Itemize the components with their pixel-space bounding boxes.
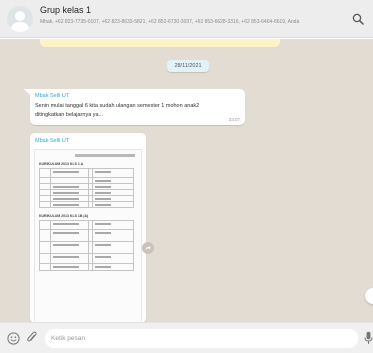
chat-area[interactable]: 28/11/2021 Mbak Selli UT Senin mulai tan… [0,39,373,322]
message-input[interactable] [45,329,358,348]
date-separator: 28/11/2021 [167,60,209,72]
document-table [39,168,134,208]
table-row [39,264,134,271]
message-bubble[interactable]: Mbak Selli UT Senin mulai tanggal 6 kita… [24,89,245,125]
document-preview[interactable]: KURIKULUM 2013 KLS 1 A KURIKULUM 2013 KL… [34,149,142,322]
table-row [39,202,134,208]
message-time: 23.07 [228,117,240,122]
compose-bar [0,322,373,353]
search-icon[interactable] [352,13,364,25]
avatar-head-shape [15,11,25,21]
table-row [39,254,134,264]
group-avatar[interactable] [7,6,33,32]
document-section-title: KURIKULUM 2013 KLS 1B (A) [39,214,89,218]
paperclip-icon[interactable] [26,331,38,345]
avatar-body-shape [11,22,29,32]
document-table [39,220,134,271]
table-row [39,242,134,254]
table-row [39,169,134,178]
notice-banner [40,39,280,47]
table-row [39,230,134,242]
sender-name[interactable]: Mbak Selli UT [35,138,69,144]
forward-button[interactable] [142,242,154,254]
document-section-title: KURIKULUM 2013 KLS 1 A [39,162,84,166]
chat-title[interactable]: Grup kelas 1 [40,5,91,15]
sender-name[interactable]: Mbak Selli UT [35,93,69,99]
chat-header[interactable]: Grup kelas 1 Mbak, +62 823-7735-0107, +6… [0,0,373,38]
table-row [39,221,134,230]
forward-icon [145,245,151,250]
microphone-icon[interactable] [364,331,373,345]
emoji-icon[interactable] [7,332,20,345]
document-header-line [75,154,135,157]
group-members: Mbak, +62 823-7735-0107, +62 823-8633-58… [40,19,300,25]
bubble-tail [24,89,30,95]
document-message[interactable]: Mbak Selli UT KURIKULUM 2013 KLS 1 A KUR… [30,133,146,322]
message-text: Senin mulai tanggal 6 kita sudah ulangan… [35,103,200,118]
scroll-down-button[interactable] [365,288,373,304]
